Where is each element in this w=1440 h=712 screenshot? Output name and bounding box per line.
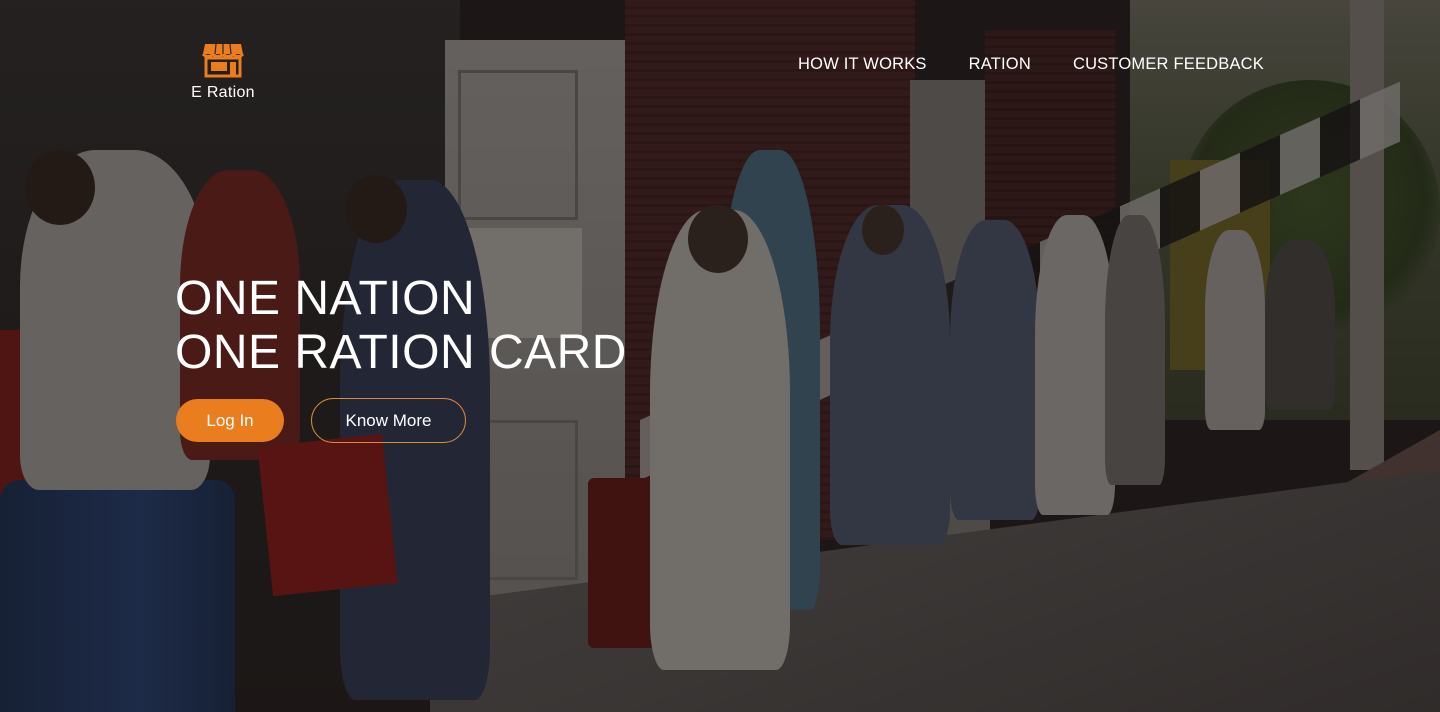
brand-logo-link[interactable]: E Ration (188, 42, 258, 102)
nav-ration[interactable]: RATION (969, 55, 1031, 74)
store-icon (202, 43, 244, 78)
login-button[interactable]: Log In (176, 399, 284, 442)
hero-title-line-1: ONE NATION (175, 272, 476, 325)
nav-customer-feedback[interactable]: CUSTOMER FEEDBACK (1073, 55, 1264, 74)
brand-name: E Ration (191, 84, 255, 101)
main-nav: HOW IT WORKS RATION CUSTOMER FEEDBACK (798, 55, 1264, 74)
hero-title-line-2: ONE RATION CARD (175, 326, 627, 379)
know-more-button[interactable]: Know More (311, 398, 466, 443)
nav-how-it-works[interactable]: HOW IT WORKS (798, 55, 927, 74)
hero-title: ONE NATION ONE RATION CARD (175, 272, 627, 380)
